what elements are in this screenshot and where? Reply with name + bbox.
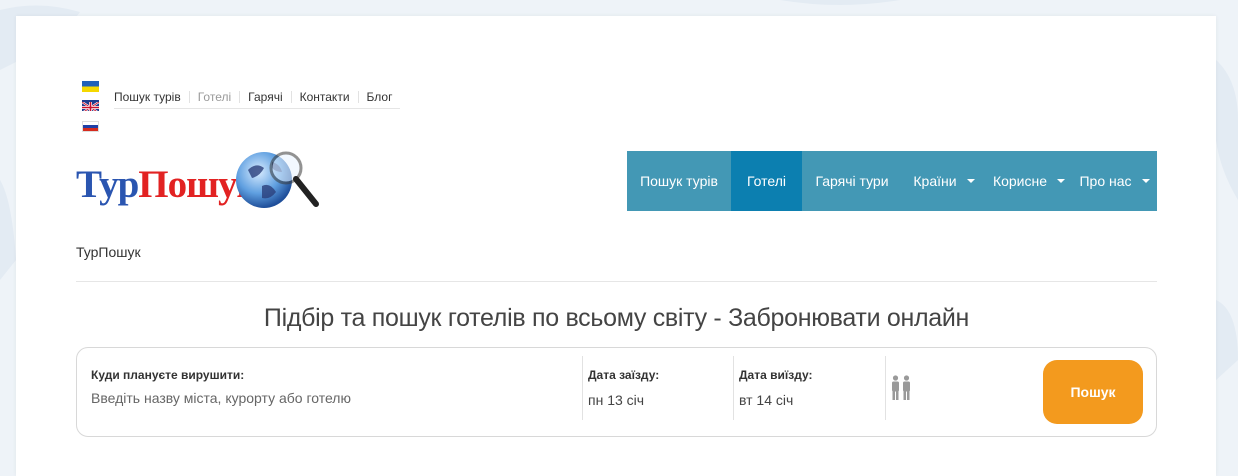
nav-hot-tours-label: Гарячі тури — [815, 173, 889, 189]
chevron-down-icon — [1057, 179, 1066, 183]
two-persons-icon[interactable] — [890, 375, 912, 401]
breadcrumb[interactable]: ТурПошук — [76, 244, 141, 260]
nav-useful-label: Корисне — [992, 173, 1048, 189]
flag-uk-graphic — [82, 101, 99, 111]
destination-input[interactable] — [91, 386, 571, 410]
checkout-label: Дата виїзду: — [739, 368, 813, 382]
search-button[interactable]: Пошук — [1043, 360, 1143, 424]
nav-hotels[interactable]: Готелі — [731, 151, 802, 211]
nav-countries[interactable]: Країни — [902, 151, 986, 211]
top-link-contacts[interactable]: Контакти — [290, 91, 358, 103]
nav-about-label: Про нас — [1079, 173, 1132, 189]
checkout-value: вт 14 січ — [739, 392, 794, 408]
nav-tour-search-label: Пошук турів — [640, 173, 718, 189]
top-link-blog[interactable]: Блог — [357, 91, 401, 103]
page-title: Підбір та пошук готелів по всьому світу … — [263, 304, 970, 332]
nav-countries-label: Країни — [913, 173, 957, 189]
logo-text-part1: Тур — [76, 163, 139, 206]
nav-hotels-label: Готелі — [747, 173, 786, 189]
destination-label: Куди плануєте вирушити: — [91, 368, 245, 382]
top-link-tour-search[interactable]: Пошук турів — [114, 91, 189, 103]
nav-hot-tours[interactable]: Гарячі тури — [802, 151, 902, 211]
destination-field: Куди плануєте вирушити: — [77, 348, 582, 420]
chevron-down-icon — [1141, 179, 1150, 183]
divider — [76, 281, 1157, 282]
main-nav: Пошук турів Готелі Гарячі тури Країни Ко… — [627, 151, 1157, 211]
checkout-field[interactable]: Дата виїзду: вт 14 січ — [734, 348, 885, 420]
hotel-search-form: Куди плануєте вирушити: Дата заїзду: пн … — [76, 347, 1157, 437]
checkin-value: пн 13 січ — [588, 392, 645, 408]
globe-magnifier-icon — [236, 151, 319, 208]
top-link-hotels[interactable]: Готелі — [188, 91, 239, 103]
logo-text: ТурПошук — [76, 162, 259, 207]
top-link-hot[interactable]: Гарячі — [239, 91, 290, 103]
site-logo[interactable]: ТурПошук — [76, 148, 321, 214]
nav-about[interactable]: Про нас — [1072, 151, 1157, 211]
nav-useful[interactable]: Корисне — [986, 151, 1072, 211]
flag-ukraine-icon[interactable] — [82, 81, 99, 92]
checkin-label: Дата заїзду: — [588, 368, 660, 382]
flag-uk-icon[interactable] — [82, 100, 99, 111]
flag-russia-icon[interactable] — [82, 121, 99, 132]
top-links: Пошук турів Готелі Гарячі Контакти Блог — [114, 88, 401, 109]
chevron-down-icon — [966, 179, 975, 183]
checkin-field[interactable]: Дата заїзду: пн 13 січ — [583, 348, 734, 420]
field-separator — [885, 356, 886, 420]
nav-tour-search[interactable]: Пошук турів — [627, 151, 731, 211]
